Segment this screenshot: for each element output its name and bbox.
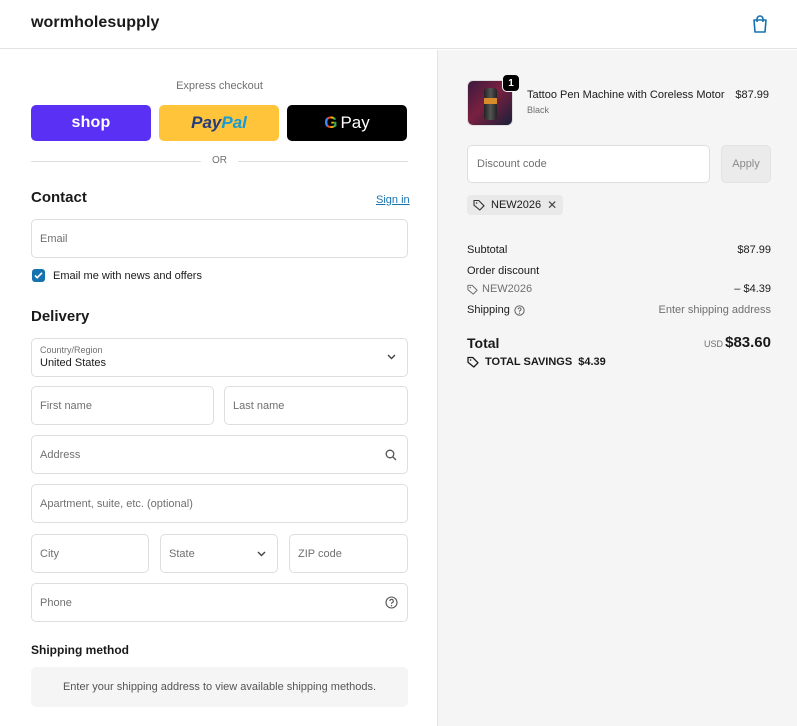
- chevron-down-icon: [257, 551, 266, 557]
- paypal-label-pay: Pay: [191, 113, 222, 132]
- total-savings: TOTAL SAVINGS $4.39: [467, 356, 606, 368]
- google-pay-label: Pay: [340, 113, 370, 132]
- email-placeholder: Email: [40, 232, 68, 245]
- country-label: Country/Region: [40, 345, 103, 355]
- phone-placeholder: Phone: [40, 596, 72, 609]
- zip-placeholder: ZIP code: [298, 547, 342, 560]
- discount-code-input[interactable]: Discount code: [467, 145, 710, 183]
- tag-icon: [467, 284, 478, 295]
- express-checkout-label: Express checkout: [176, 80, 263, 92]
- apartment-placeholder: Apartment, suite, etc. (optional): [40, 497, 193, 510]
- email-field[interactable]: Email: [31, 219, 408, 258]
- country-select[interactable]: Country/Region United States: [31, 338, 408, 377]
- first-name-field[interactable]: First name: [31, 386, 214, 425]
- subtotal-value: $87.99: [737, 244, 771, 256]
- quantity-badge: 1: [502, 74, 520, 92]
- applied-discount-chip: NEW2026 ✕: [467, 195, 564, 215]
- product-name: Tattoo Pen Machine with Coreless Motor: [527, 89, 725, 101]
- search-icon: [385, 449, 397, 461]
- sign-in-link[interactable]: Sign in: [376, 194, 410, 206]
- delivery-title: Delivery: [31, 308, 90, 325]
- total-label: Total: [467, 335, 500, 351]
- store-logo[interactable]: wormholesupply: [31, 14, 160, 32]
- discount-placeholder: Discount code: [477, 158, 547, 170]
- zip-field[interactable]: ZIP code: [289, 534, 408, 573]
- total-value: $83.60: [725, 334, 771, 351]
- shopping-bag-icon[interactable]: [751, 14, 769, 34]
- remove-discount-icon[interactable]: ✕: [547, 198, 557, 212]
- order-summary: 1 Tattoo Pen Machine with Coreless Motor…: [437, 50, 797, 726]
- or-divider: OR: [31, 154, 408, 168]
- order-discount-label: Order discount: [467, 265, 540, 277]
- subtotal-label: Subtotal: [467, 244, 508, 256]
- discount-value: – $4.39: [734, 283, 771, 295]
- last-name-field[interactable]: Last name: [224, 386, 408, 425]
- checkout-form: Express checkout shop Pay Pal G Pay OR Con…: [0, 50, 437, 726]
- city-placeholder: City: [40, 547, 59, 560]
- address-field[interactable]: Address: [31, 435, 408, 474]
- state-placeholder: State: [169, 547, 195, 560]
- apply-button[interactable]: Apply: [721, 145, 771, 183]
- shipping-value: Enter shipping address: [658, 304, 771, 316]
- discount-code-name: NEW2026: [482, 283, 533, 295]
- newsletter-label: Email me with news and offers: [53, 270, 202, 282]
- product-image-band: [484, 98, 497, 104]
- phone-field[interactable]: Phone: [31, 583, 408, 622]
- total-currency: USD: [703, 339, 723, 349]
- product-image-body: [484, 88, 497, 120]
- shop-pay-label: shop: [71, 114, 111, 131]
- shipping-label: Shipping: [467, 304, 510, 316]
- savings-value: $4.39: [578, 356, 606, 368]
- country-value: United States: [40, 357, 107, 369]
- state-select[interactable]: State: [160, 534, 278, 573]
- newsletter-checkbox[interactable]: [32, 269, 45, 282]
- paypal-button[interactable]: Pay Pal: [159, 105, 279, 141]
- address-placeholder: Address: [40, 448, 81, 461]
- google-g-icon: G: [324, 113, 338, 132]
- shop-pay-button[interactable]: shop: [31, 105, 151, 141]
- shipping-method-note: Enter your shipping address to view avai…: [31, 667, 408, 707]
- tag-icon: [467, 356, 479, 368]
- or-label: OR: [212, 155, 227, 166]
- header: wormholesupply: [0, 0, 797, 49]
- shipping-method-title: Shipping method: [31, 643, 129, 657]
- help-icon[interactable]: [385, 596, 398, 609]
- contact-title: Contact: [31, 189, 87, 206]
- paypal-label-pal: Pal: [221, 113, 247, 132]
- applied-code: NEW2026: [491, 199, 542, 211]
- city-field[interactable]: City: [31, 534, 149, 573]
- google-pay-button[interactable]: G Pay: [287, 105, 407, 141]
- first-name-placeholder: First name: [40, 399, 92, 412]
- chevron-down-icon: [387, 354, 396, 360]
- product-variant: Black: [527, 105, 550, 115]
- shipping-label-group: Shipping: [467, 304, 525, 316]
- last-name-placeholder: Last name: [233, 399, 285, 412]
- help-icon[interactable]: [514, 304, 525, 316]
- discount-code-line: NEW2026: [467, 283, 532, 295]
- product-price: $87.99: [735, 89, 769, 101]
- tag-icon: [473, 199, 485, 211]
- checkmark-icon: [34, 272, 43, 279]
- apartment-field[interactable]: Apartment, suite, etc. (optional): [31, 484, 408, 523]
- savings-label: TOTAL SAVINGS: [485, 356, 573, 368]
